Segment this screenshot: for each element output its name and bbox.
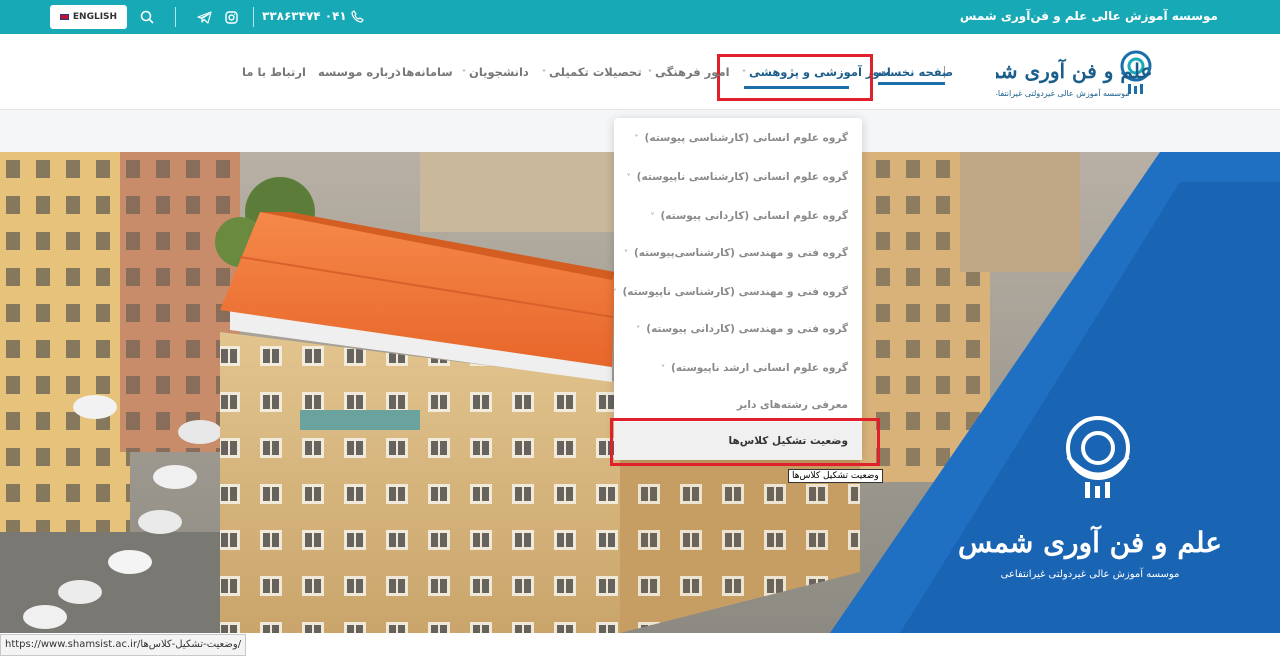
nav-cultural[interactable]: امور فرهنگی˅: [648, 65, 730, 79]
search-icon[interactable]: [138, 8, 156, 26]
nav-students[interactable]: دانشجویان˅: [462, 65, 529, 79]
instagram-icon[interactable]: [222, 8, 240, 26]
logo-subtitle: موسسه آموزش عالی غیردولتی غیرانتفاعی: [996, 88, 1130, 98]
hero-logo-subtitle: موسسه آموزش عالی غیردولتی غیرانتفاعی: [1001, 567, 1180, 580]
dropdown-item[interactable]: معرفی رشته‌های دایر: [737, 399, 848, 411]
dropdown-item[interactable]: گروه علوم انسانی (کاردانی پیوسته) ˅: [651, 210, 849, 222]
telegram-icon[interactable]: [195, 8, 213, 26]
divider: [175, 7, 176, 27]
chevron-down-icon: ˅: [612, 288, 617, 297]
phone-text: ۰۴۱ ۳۳۸۶۳۴۷۴: [262, 9, 347, 23]
dropdown-item[interactable]: گروه فنی و مهندسی (کارشناسی ناپیوسته) ˅: [612, 286, 848, 298]
uk-flag-icon: [59, 14, 69, 20]
highlight-box-nav: [717, 54, 873, 101]
nav-contact[interactable]: ارتباط با ما: [242, 65, 306, 79]
main-header: علم و فن آوری شمس موسسه آموزش عالی غیردو…: [0, 34, 1280, 110]
nav-systems[interactable]: سامانه‌ها˅: [395, 65, 453, 79]
nav-contact-label: ارتباط با ما: [242, 65, 306, 79]
top-bar: ENGLISH ۰۴۱ ۳۳۸۶۳۴۷۴ موسسه آموزش عالی عل…: [0, 0, 1280, 34]
highlight-box-dropdown: [610, 418, 880, 466]
chevron-down-icon: ˅: [636, 325, 641, 334]
dropdown-item[interactable]: گروه علوم انسانی ارشد ناپیوسته) ˅: [661, 362, 848, 374]
dropdown-item-label: معرفی رشته‌های دایر: [736, 399, 848, 411]
language-label: ENGLISH: [72, 12, 118, 22]
chevron-down-icon: ˅: [626, 173, 631, 182]
nav-about-label: درباره موسسه: [318, 65, 401, 79]
nav-home-underline: [878, 82, 945, 85]
nav-systems-label: سامانه‌ها: [402, 65, 453, 79]
chevron-down-icon: ˅: [634, 134, 639, 143]
chevron-down-icon: ˅: [648, 69, 652, 78]
chevron-down-icon: ˅: [650, 212, 655, 221]
chevron-down-icon: ˅: [623, 249, 628, 258]
dropdown-item-label: گروه فنی و مهندسی (کارشناسی ناپیوسته): [622, 286, 848, 298]
browser-status-bar: https://www.shamsist.ac.ir/وضعیت-تشکیل-ک…: [0, 634, 246, 656]
chevron-down-icon: ˅: [542, 69, 546, 78]
nav-cultural-label: امور فرهنگی: [655, 65, 730, 79]
divider: [253, 7, 254, 27]
chevron-down-icon: ˅: [661, 364, 666, 373]
nav-graduate-label: تحصیلات تکمیلی: [549, 65, 642, 79]
site-title: موسسه آموزش عالی علم و فن‌آوری شمس: [959, 9, 1218, 23]
chevron-down-icon: ˅: [462, 69, 466, 78]
dropdown-item-label: گروه علوم انسانی (کارشناسی ناپیوسته): [636, 171, 848, 183]
site-logo[interactable]: علم و فن آوری شمس موسسه آموزش عالی غیردو…: [964, 44, 1166, 104]
phone-icon: [351, 9, 364, 23]
dropdown-item-label: گروه علوم انسانی (کاردانی پیوسته): [660, 210, 849, 222]
dropdown-item[interactable]: گروه علوم انسانی (کارشناسی پیوسته) ˅: [635, 132, 848, 144]
dropdown-item[interactable]: گروه علوم انسانی (کارشناسی ناپیوسته) ˅: [627, 171, 848, 183]
nav-graduate[interactable]: تحصیلات تکمیلی˅: [542, 65, 642, 79]
dropdown-item[interactable]: گروه فنی و مهندسی (کارشناسی‌پیوسته) ˅: [624, 247, 848, 259]
dropdown-item[interactable]: گروه فنی و مهندسی (کاردانی پیوسته) ˅: [636, 323, 848, 335]
hero-logo-text: علم و فن آوری شمس: [958, 524, 1222, 560]
logo-text: علم و فن آوری شمس: [996, 58, 1152, 84]
tooltip: وضعیت تشکیل کلاس‌ها: [788, 469, 883, 483]
language-button[interactable]: ENGLISH: [50, 5, 127, 29]
dropdown-item-label: گروه فنی و مهندسی (کاردانی پیوسته): [646, 323, 848, 335]
nav-students-label: دانشجویان: [469, 65, 529, 79]
nav-about[interactable]: درباره موسسه: [318, 65, 401, 79]
phone-number[interactable]: ۰۴۱ ۳۳۸۶۳۴۷۴: [262, 9, 364, 23]
dropdown-item-label: گروه علوم انسانی (کارشناسی پیوسته): [644, 132, 848, 144]
dropdown-item-label: گروه علوم انسانی ارشد ناپیوسته): [671, 362, 848, 374]
dropdown-item-label: گروه فنی و مهندسی (کارشناسی‌پیوسته): [633, 247, 848, 259]
